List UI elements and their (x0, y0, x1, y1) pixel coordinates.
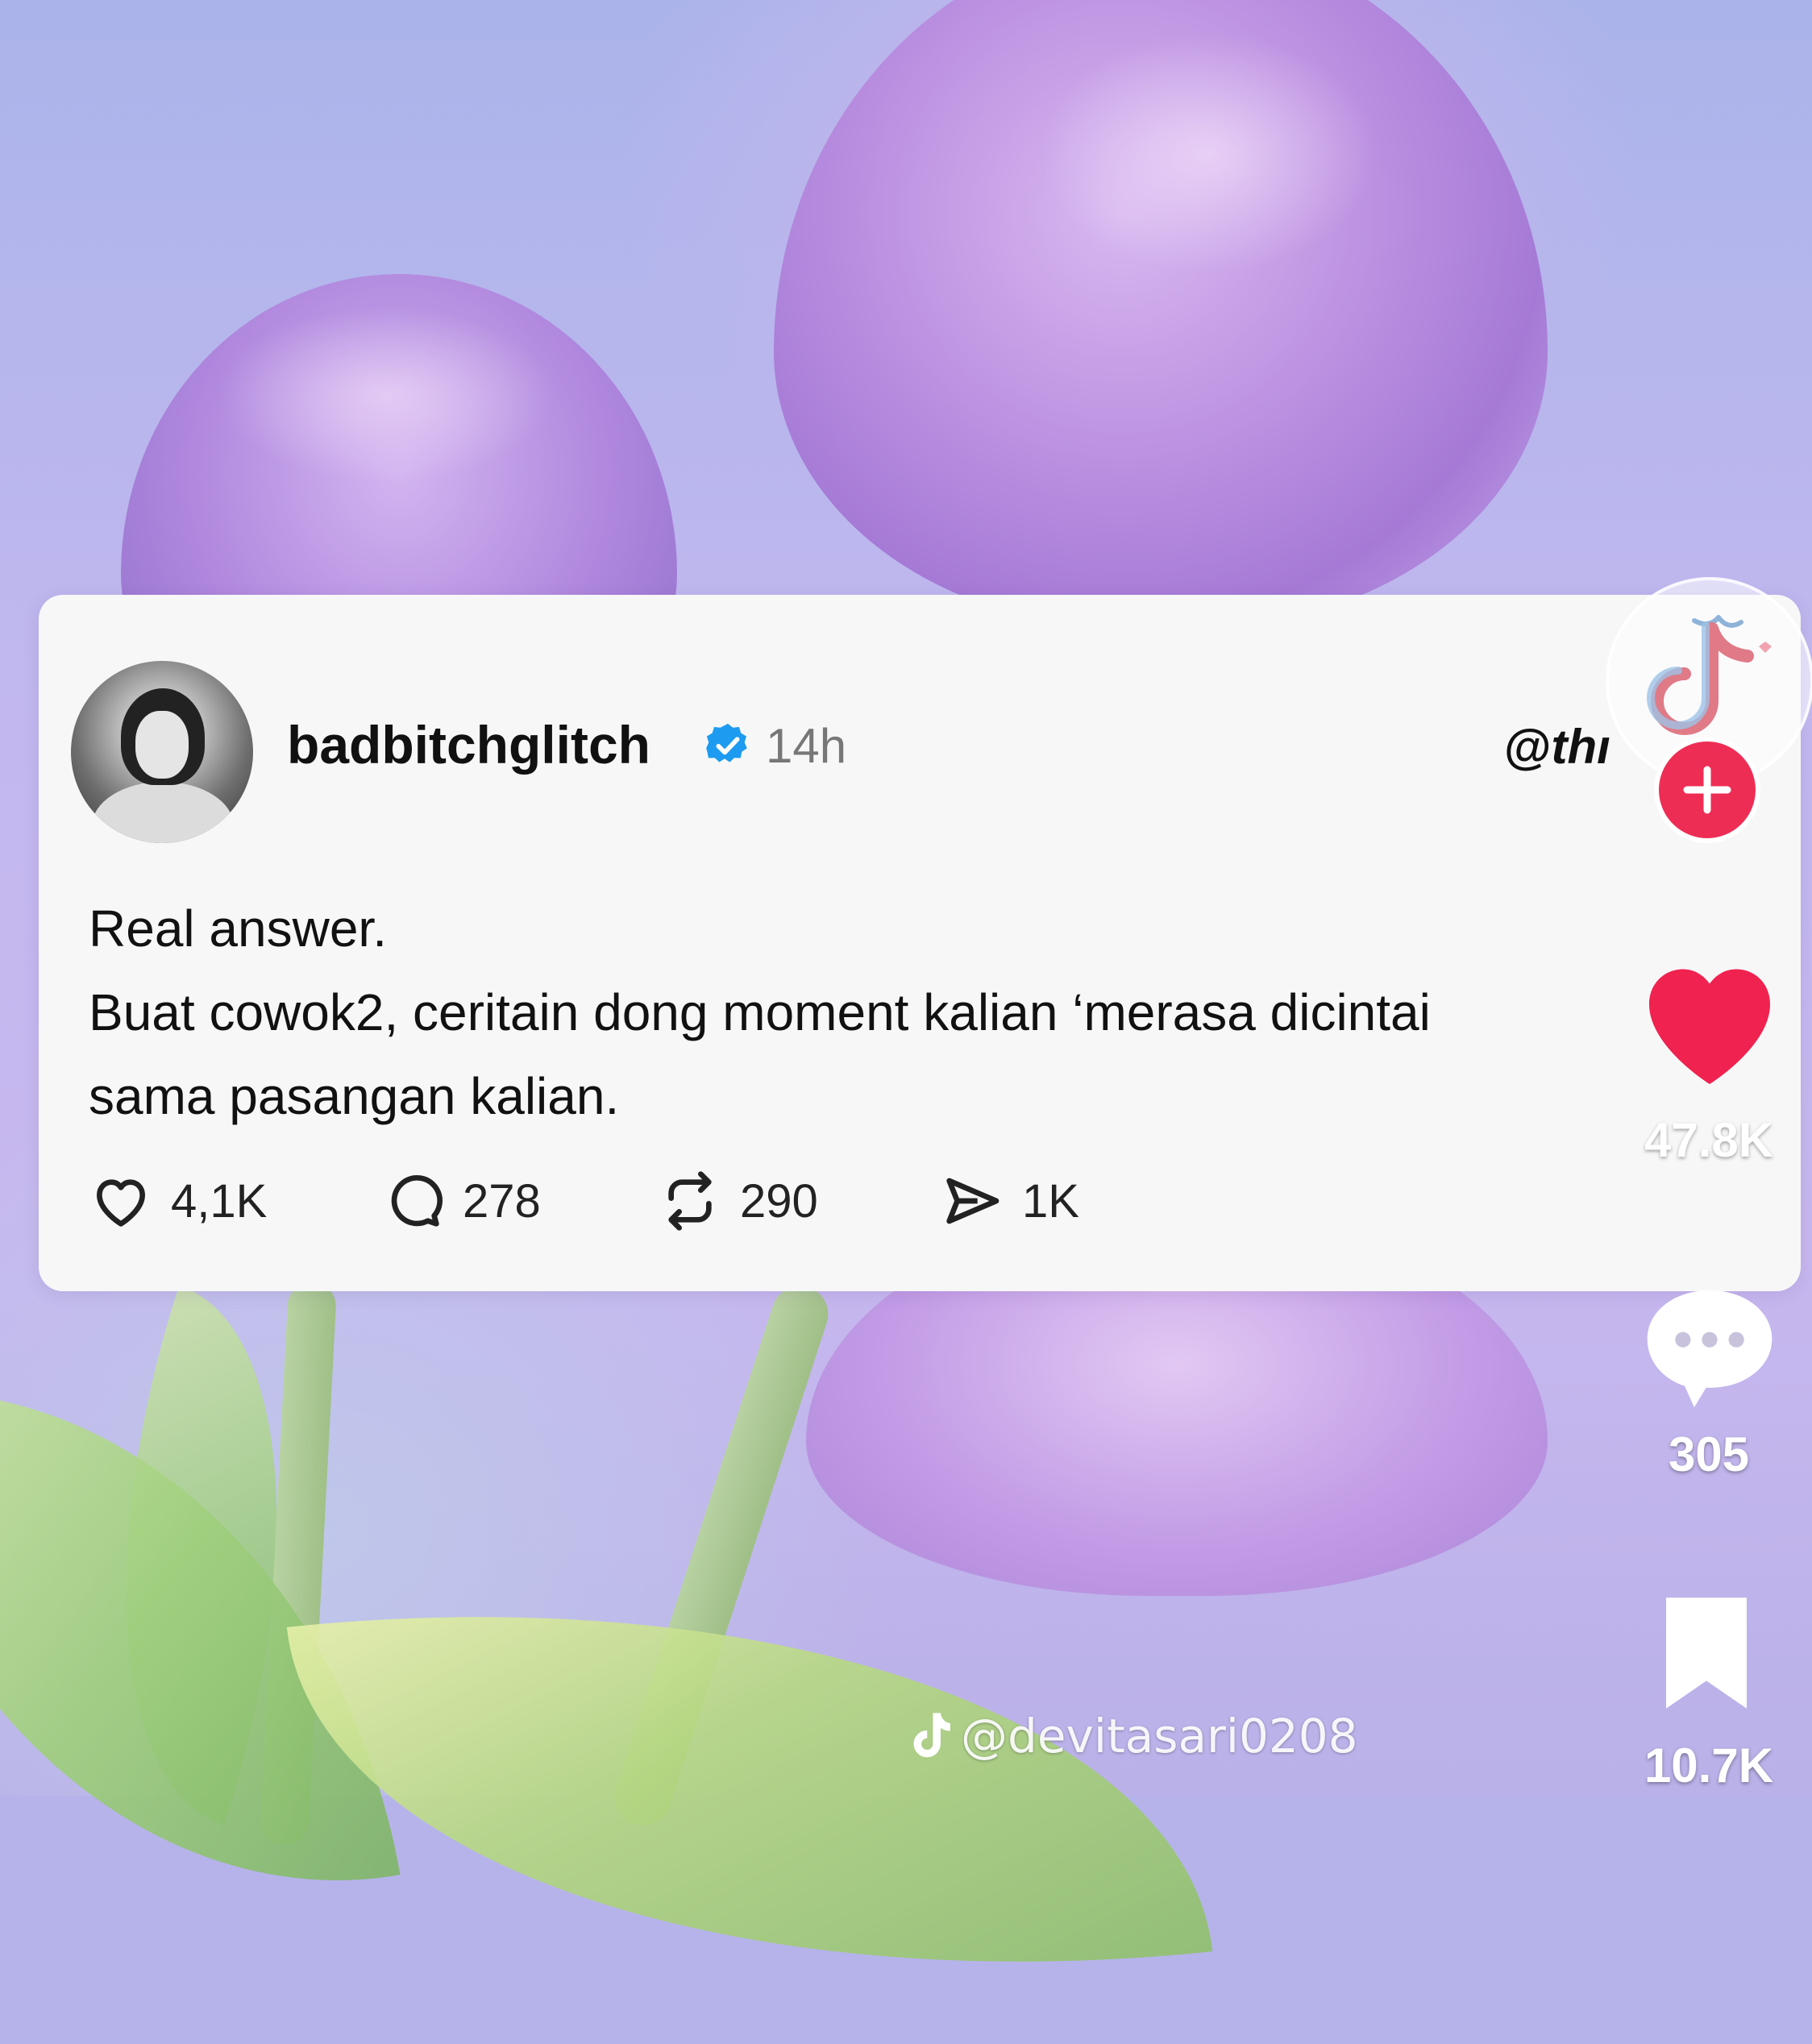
repost-icon (668, 1171, 712, 1231)
tiktok-logo-icon (913, 1713, 950, 1758)
threads-post-card: badbitchglitch 14h @thı Real answer. Bua… (39, 595, 1801, 1291)
plus-icon (1683, 766, 1731, 814)
threads-logo: @thı (1504, 721, 1610, 774)
tiktok-bookmark-count: 10.7K (1644, 1739, 1774, 1793)
like-count: 4,1K (171, 1174, 268, 1228)
post-time: 14h (766, 719, 847, 773)
leaf (286, 1534, 1213, 2044)
comment-bubble-icon (391, 1175, 443, 1227)
post-username[interactable]: badbitchglitch (287, 714, 650, 775)
heart-outline-icon (97, 1179, 146, 1227)
threads-logo-text: thı (1551, 720, 1610, 774)
verified-badge-icon (706, 723, 747, 762)
heart-filled-icon[interactable] (1635, 951, 1785, 1096)
comment-dots-icon[interactable] (1636, 1282, 1783, 1412)
post-text-line: Buat cowok2, ceritain dong moment kalian… (89, 983, 1431, 1041)
comment-count: 278 (463, 1174, 541, 1228)
post-text-line: sama pasangan kalian. (89, 1067, 620, 1125)
tulip-flower (774, 0, 1548, 629)
repost-count: 290 (740, 1174, 818, 1228)
send-icon (946, 1178, 1000, 1224)
share-count: 1K (1022, 1174, 1079, 1228)
share-button[interactable]: 1K (940, 1169, 1079, 1233)
like-button[interactable]: 4,1K (89, 1169, 267, 1233)
repost-button[interactable]: 290 (658, 1169, 818, 1233)
post-text-line: Real answer. (89, 899, 387, 958)
tiktok-watermark: @devitasari0208 (908, 1707, 1358, 1765)
threads-at-icon: @ (1504, 720, 1552, 774)
post-body: Real answer. Buat cowok2, ceritain dong … (89, 887, 1431, 1138)
watermark-handle: @devitasari0208 (961, 1709, 1358, 1764)
follow-button[interactable] (1654, 737, 1760, 843)
tiktok-like-count: 47.8K (1644, 1113, 1774, 1167)
comment-button[interactable]: 278 (380, 1169, 541, 1233)
avatar[interactable] (71, 661, 253, 843)
tiktok-comment-count: 305 (1668, 1427, 1750, 1481)
bookmark-icon[interactable] (1654, 1593, 1759, 1714)
